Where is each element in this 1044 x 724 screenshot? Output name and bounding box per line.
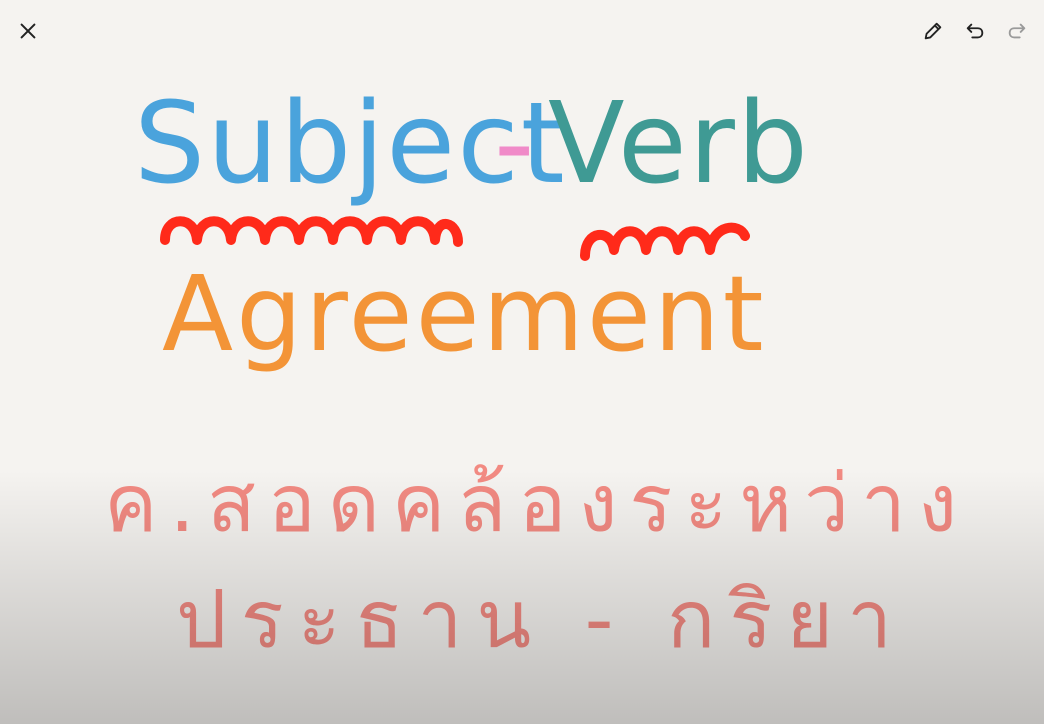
redo-button[interactable] — [1002, 16, 1032, 46]
handwritten-thai-line-1: ค.สอดคล้องระหว่าง — [104, 457, 969, 550]
handwritten-verb: Verb — [548, 79, 810, 209]
pencil-icon — [924, 22, 942, 40]
handwritten-agreement: Agreement — [162, 253, 767, 375]
undo-icon — [966, 23, 984, 39]
close-icon — [20, 23, 36, 39]
undo-button[interactable] — [960, 16, 990, 46]
pencil-button[interactable] — [918, 16, 948, 46]
redo-icon — [1008, 23, 1026, 39]
handwritten-thai-line-2: ประธาน - กริยา — [176, 573, 907, 666]
close-button[interactable] — [13, 16, 43, 46]
handwritten-dash: - — [494, 79, 535, 209]
